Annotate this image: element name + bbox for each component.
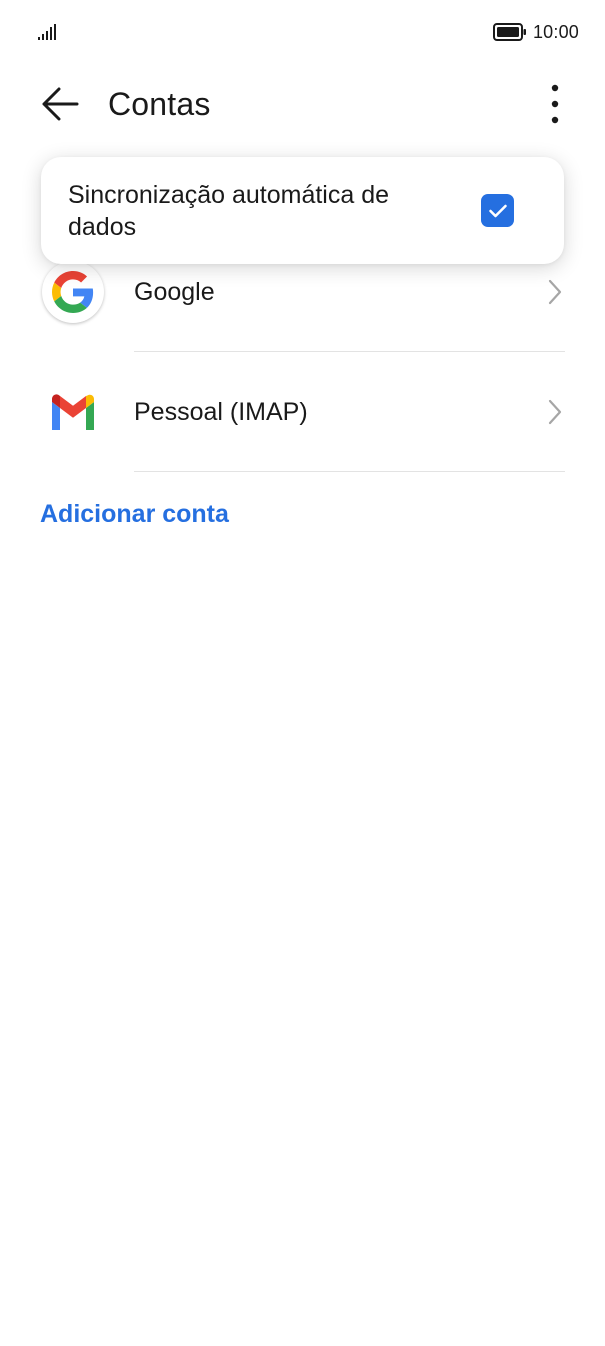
page-title: Contas xyxy=(108,86,211,122)
account-label: Google xyxy=(134,278,215,306)
status-right: 10:00 xyxy=(492,20,579,44)
account-icon-container xyxy=(41,380,105,444)
chevron-right-icon xyxy=(548,399,562,425)
back-button[interactable] xyxy=(30,80,90,128)
arrow-back-icon xyxy=(42,87,79,121)
popup-menu: Sincronização automática de dados xyxy=(41,157,564,264)
status-time: 10:00 xyxy=(532,22,579,42)
auto-sync-checkbox[interactable] xyxy=(481,194,514,227)
google-logo-icon xyxy=(42,261,104,323)
status-bar: 10:00 xyxy=(0,0,605,64)
account-item-imap[interactable]: Pessoal (IMAP) xyxy=(0,352,605,472)
more-vertical-icon xyxy=(551,84,559,124)
app-bar: Contas xyxy=(0,64,605,144)
battery-icon xyxy=(492,23,526,41)
add-account-button[interactable]: Adicionar conta xyxy=(40,496,229,532)
account-icon-container xyxy=(41,260,105,324)
chevron-right-icon xyxy=(548,279,562,305)
checkmark-icon xyxy=(488,204,507,217)
auto-sync-label: Sincronização automática de dados xyxy=(68,181,390,241)
more-options-button[interactable] xyxy=(535,78,575,130)
divider xyxy=(134,471,565,472)
signal-bars-icon xyxy=(38,24,56,40)
gmail-logo-icon xyxy=(52,394,94,430)
account-label: Pessoal (IMAP) xyxy=(134,398,308,426)
